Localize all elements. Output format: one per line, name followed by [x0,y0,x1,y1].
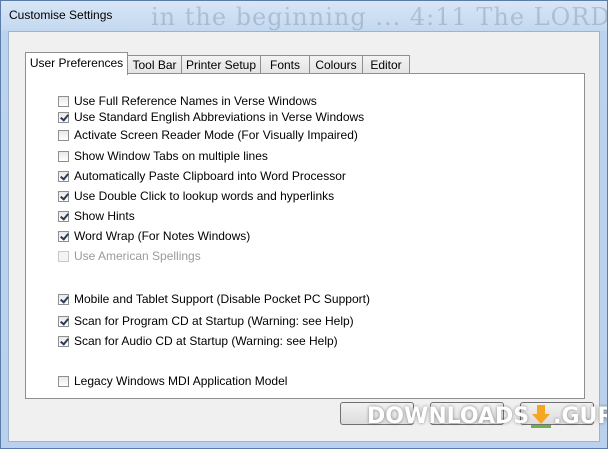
checkbox[interactable] [58,210,69,222]
option-window-tabs-multiple-lines[interactable]: Show Window Tabs on multiple lines [58,148,268,164]
settings-window: in the beginning ... 4:11 The LORD Custo… [0,0,608,449]
option-label: Scan for Audio CD at Startup (Warning: s… [74,334,338,348]
watermark-right-text: .GURU [553,403,607,429]
dialog-client-area: User Preferences Tool Bar Printer Setup … [8,31,600,442]
option-label: Use Full Reference Names in Verse Window… [74,94,317,108]
option-legacy-mdi[interactable]: Legacy Windows MDI Application Model [58,373,287,389]
option-standard-english-abbreviations[interactable]: Use Standard English Abbreviations in Ve… [58,109,364,125]
option-word-wrap[interactable]: Word Wrap (For Notes Windows) [58,228,250,244]
checkbox[interactable] [58,95,69,107]
option-label: Scan for Program CD at Startup (Warning:… [74,314,354,328]
option-scan-program-cd[interactable]: Scan for Program CD at Startup (Warning:… [58,313,354,329]
checkbox[interactable] [58,129,69,141]
tab-colours[interactable]: Colours [309,55,363,74]
option-double-click-lookup[interactable]: Use Double Click to lookup words and hyp… [58,188,334,204]
checkbox[interactable] [58,111,69,123]
background-window-text: in the beginning ... 4:11 The LORD [151,3,607,31]
option-label: Show Hints [74,209,135,223]
tab-user-preferences[interactable]: User Preferences [25,52,128,75]
tab-printer-setup[interactable]: Printer Setup [181,55,261,74]
title-bar[interactable]: in the beginning ... 4:11 The LORD Custo… [1,1,607,31]
tab-tool-bar[interactable]: Tool Bar [127,55,182,74]
option-label: Legacy Windows MDI Application Model [74,374,288,388]
option-scan-audio-cd[interactable]: Scan for Audio CD at Startup (Warning: s… [58,333,338,349]
option-label: Use Double Click to lookup words and hyp… [74,189,335,203]
option-label: Show Window Tabs on multiple lines [74,149,268,163]
window-title: Customise Settings [9,8,113,22]
checkbox[interactable] [58,315,69,327]
option-full-reference-names[interactable]: Use Full Reference Names in Verse Window… [58,93,317,109]
checkbox[interactable] [58,150,69,162]
user-preferences-panel: Use Full Reference Names in Verse Window… [25,73,585,399]
option-label: Mobile and Tablet Support (Disable Pocke… [74,292,370,306]
checkbox[interactable] [58,375,69,387]
checkbox[interactable] [58,230,69,242]
option-american-spellings: Use American Spellings [58,248,201,264]
option-screen-reader-mode[interactable]: Activate Screen Reader Mode (For Visuall… [58,127,358,143]
option-paste-clipboard[interactable]: Automatically Paste Clipboard into Word … [58,168,346,184]
download-arrow-icon [530,403,552,429]
tab-fonts[interactable]: Fonts [260,55,310,74]
option-label: Word Wrap (For Notes Windows) [74,229,251,243]
option-label: Activate Screen Reader Mode (For Visuall… [74,128,358,142]
option-show-hints[interactable]: Show Hints [58,208,135,224]
checkbox[interactable] [58,190,69,202]
tab-editor[interactable]: Editor [362,55,410,74]
checkbox[interactable] [58,293,69,305]
option-label: Use Standard English Abbreviations in Ve… [74,110,365,124]
option-label: Use American Spellings [74,249,201,263]
downloads-guru-watermark: DOWNLOADS .GURU [367,401,607,431]
checkbox[interactable] [58,335,69,347]
option-label: Automatically Paste Clipboard into Word … [74,169,346,183]
checkbox [58,250,69,262]
watermark-left-text: DOWNLOADS [367,403,530,429]
option-mobile-tablet-support[interactable]: Mobile and Tablet Support (Disable Pocke… [58,291,370,307]
checkbox[interactable] [58,170,69,182]
